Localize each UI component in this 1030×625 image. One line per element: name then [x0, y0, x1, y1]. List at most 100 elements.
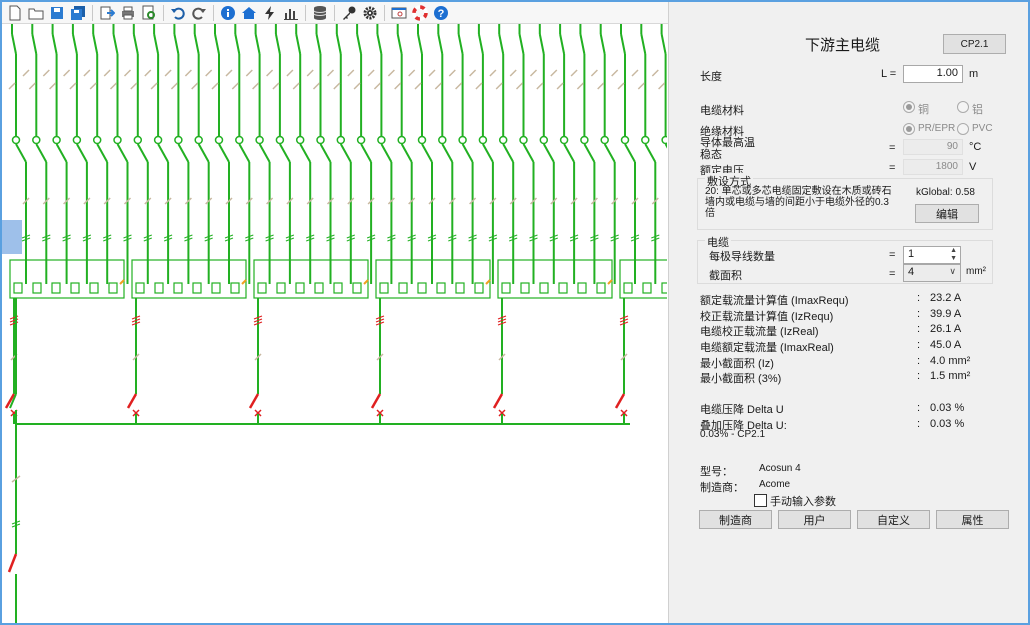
tick-mark[interactable]	[550, 69, 558, 77]
contact-symbol[interactable]	[113, 135, 122, 145]
feeder-wire[interactable]	[376, 33, 383, 55]
contact-symbol[interactable]	[255, 135, 264, 145]
tick-mark[interactable]	[103, 69, 111, 77]
tick-mark[interactable]	[509, 69, 517, 77]
tick-mark[interactable]	[556, 82, 564, 90]
edit-install-button[interactable]: 编辑	[915, 204, 979, 223]
feeder-wire[interactable]	[559, 33, 566, 55]
terminal-block[interactable]	[154, 282, 164, 294]
tick-mark[interactable]	[191, 82, 199, 90]
tick-mark[interactable]	[353, 82, 361, 90]
feeder-wire[interactable]	[315, 33, 322, 55]
tick-mark[interactable]	[22, 69, 30, 77]
conductors-spinner[interactable]: 1 ▲ ▼	[903, 246, 961, 264]
tick-mark[interactable]	[495, 82, 503, 90]
feeder-wire[interactable]	[563, 143, 575, 163]
cable-marker[interactable]	[375, 315, 385, 326]
tick-mark[interactable]	[42, 69, 50, 77]
tick-mark[interactable]	[312, 82, 321, 90]
export-icon[interactable]	[98, 4, 116, 22]
user-button[interactable]: 用户	[778, 510, 851, 529]
terminal-block[interactable]	[417, 282, 427, 294]
contact-symbol[interactable]	[52, 135, 61, 145]
tick-mark[interactable]	[475, 82, 483, 90]
contact-symbol[interactable]	[11, 135, 21, 145]
orange-marker[interactable]	[241, 279, 247, 285]
terminal-block[interactable]	[623, 282, 633, 294]
gear-icon[interactable]	[361, 4, 379, 22]
contact-symbol[interactable]	[620, 135, 630, 145]
feeder-wire[interactable]	[71, 33, 78, 55]
feeder-wire[interactable]	[640, 33, 647, 55]
orange-marker[interactable]	[485, 279, 491, 285]
feeder-wire[interactable]	[461, 143, 474, 163]
feeder-wire[interactable]	[274, 33, 281, 55]
insulation-pr-radio[interactable]	[903, 123, 915, 135]
feeder-wire[interactable]	[437, 33, 444, 55]
chevron-down-icon[interactable]: ∨	[949, 266, 956, 277]
home-icon[interactable]	[240, 4, 258, 22]
contact-symbol[interactable]	[194, 135, 203, 145]
feeder-wire[interactable]	[295, 33, 302, 55]
feeder-wire[interactable]	[538, 33, 545, 55]
tick-mark[interactable]	[245, 69, 253, 77]
contact-symbol[interactable]	[438, 135, 447, 145]
terminal-block[interactable]	[257, 282, 267, 294]
cable-marker[interactable]	[497, 315, 507, 326]
contact-symbol[interactable]	[397, 135, 406, 145]
feeder-wire[interactable]	[31, 33, 38, 55]
contact-symbol[interactable]	[498, 135, 508, 145]
breaker-symbol[interactable]	[248, 393, 260, 409]
contact-symbol[interactable]	[356, 135, 366, 145]
terminal-block[interactable]	[455, 282, 465, 294]
tick-mark[interactable]	[469, 69, 477, 77]
feeder-wire[interactable]	[356, 33, 363, 55]
tick-mark[interactable]	[347, 69, 355, 77]
tick-mark[interactable]	[266, 69, 274, 77]
orange-marker[interactable]	[363, 279, 369, 285]
feeder-wire[interactable]	[400, 143, 413, 163]
feeder-wire[interactable]	[258, 143, 271, 163]
feeder-wire[interactable]	[35, 143, 48, 163]
breaker-symbol[interactable]	[370, 393, 382, 409]
cable-marker[interactable]	[131, 315, 141, 326]
tick-mark[interactable]	[272, 82, 280, 90]
feeder-wire[interactable]	[254, 33, 261, 55]
feeder-wire[interactable]	[380, 143, 393, 163]
terminal-block[interactable]	[577, 282, 587, 294]
contact-symbol[interactable]	[316, 135, 325, 145]
tick-mark[interactable]	[184, 69, 192, 77]
contact-symbol[interactable]	[153, 135, 163, 145]
insulation-pvc-radio[interactable]	[957, 123, 969, 135]
feeder-wire[interactable]	[319, 143, 332, 163]
terminal-block[interactable]	[661, 282, 667, 294]
terminal-block[interactable]	[352, 282, 362, 294]
tick-mark[interactable]	[658, 82, 666, 90]
terminal-block[interactable]	[558, 282, 568, 294]
terminal-block[interactable]	[596, 282, 606, 294]
feeder-wire[interactable]	[498, 33, 505, 55]
contact-symbol[interactable]	[458, 135, 467, 145]
feeder-wire[interactable]	[173, 33, 180, 55]
tick-mark[interactable]	[455, 82, 463, 90]
breaker-symbol[interactable]	[126, 393, 138, 409]
tick-mark[interactable]	[286, 69, 294, 77]
tick-mark[interactable]	[306, 69, 314, 77]
feeder-wire[interactable]	[214, 33, 220, 55]
feeder-wire[interactable]	[153, 33, 160, 55]
feeder-wire[interactable]	[112, 33, 119, 55]
feeder-wire[interactable]	[396, 33, 403, 55]
print-icon[interactable]	[119, 4, 137, 22]
feeder-wire[interactable]	[55, 143, 68, 163]
terminal-block[interactable]	[333, 282, 343, 294]
length-input[interactable]: 1.00	[903, 65, 963, 83]
feeder-wire[interactable]	[92, 33, 99, 55]
tick-mark[interactable]	[448, 69, 456, 77]
terminal-block[interactable]	[32, 282, 42, 294]
feeder-wire[interactable]	[279, 143, 291, 163]
material-copper-radio[interactable]	[903, 101, 915, 113]
terminal-block[interactable]	[520, 282, 530, 294]
contact-symbol[interactable]	[519, 135, 528, 145]
terminal-block[interactable]	[89, 282, 99, 294]
schematic-drawing[interactable]	[2, 24, 667, 623]
